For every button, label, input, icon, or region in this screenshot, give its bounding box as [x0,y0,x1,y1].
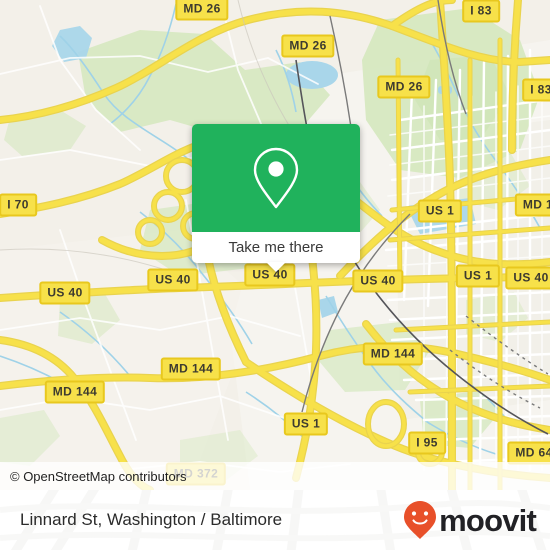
moovit-map-screenshot: .g{fill:#d6e8c0} .gd{fill:#cfe4b6} .w{fi… [0,0,550,550]
footer-bar: Linnard St, Washington / Baltimore moovi… [0,490,550,550]
take-me-there-button[interactable]: Take me there [192,232,360,272]
highway-shield: US 40 [352,269,404,293]
highway-shield: MD 26 [281,34,335,58]
moovit-wordmark: moovit [439,502,537,538]
highway-shield: MD 144 [362,342,424,366]
card-pointer-arrow [266,262,286,272]
highway-shield: US 40 [39,281,91,305]
highway-shield: I 83 [462,0,500,23]
moovit-pin-icon [404,501,437,539]
highway-shield: US 1 [283,412,329,436]
location-pin-icon [253,147,299,209]
highway-shield: I 95 [408,431,446,455]
highway-shield: US 1 [455,264,501,288]
highway-shield: US 40 [147,268,199,292]
highway-shield: US 40 [505,266,550,290]
place-card[interactable]: Take me there [192,124,360,272]
highway-shield: MD 1 [514,193,550,217]
moovit-logo[interactable]: moovit [403,500,537,540]
highway-shield: MD 144 [44,380,106,404]
highway-shield: US 1 [417,199,463,223]
highway-shield: MD 144 [160,357,222,381]
highway-shield: MD 26 [377,75,431,99]
map-attribution: © OpenStreetMap contributors [0,462,550,490]
place-card-header [192,124,360,232]
take-me-there-label: Take me there [228,239,324,256]
highway-shield: I 70 [0,193,37,217]
highway-shield: MD 26 [175,0,229,21]
place-title: Linnard St, Washington / Baltimore [20,510,283,529]
highway-shield: I 83 [522,78,550,102]
attribution-text: © OpenStreetMap contributors [10,468,187,484]
